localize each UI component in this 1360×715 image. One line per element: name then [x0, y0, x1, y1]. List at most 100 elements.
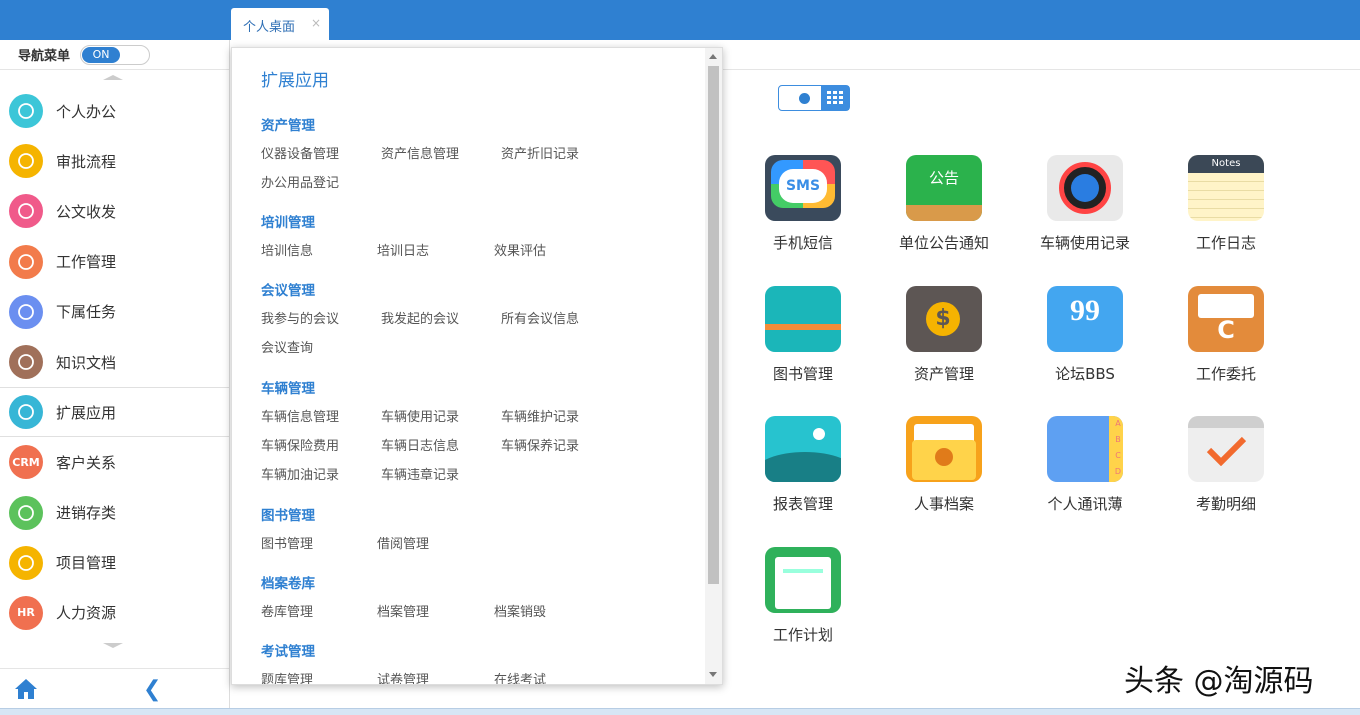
app-tile[interactable]: 车辆使用记录 — [1015, 155, 1155, 253]
popup-link[interactable]: 车辆维护记录 — [501, 406, 579, 425]
app-tile[interactable]: $ 资产管理 — [874, 285, 1014, 384]
sms-icon[interactable]: SMS — [765, 155, 841, 221]
app-tile[interactable]: 99 论坛BBS — [1015, 285, 1155, 384]
popup-link[interactable]: 车辆信息管理 — [261, 406, 339, 425]
sidebar-item-4[interactable]: 下属任务 — [0, 287, 229, 337]
popup-link[interactable]: 培训信息 — [261, 240, 313, 259]
popup-link[interactable]: 试卷管理 — [377, 669, 429, 684]
app-tile[interactable]: C 工作委托 — [1156, 285, 1296, 384]
scroll-down-arrow-icon[interactable] — [709, 672, 717, 677]
home-icon[interactable] — [14, 678, 38, 700]
chart-icon[interactable] — [765, 416, 841, 482]
toggle-on-label: ON — [82, 46, 121, 63]
clipboard-icon — [9, 545, 43, 580]
app-icon-text: 公告 — [928, 169, 959, 187]
category-heading: 车辆管理 — [261, 381, 315, 397]
sidebar-item-7[interactable]: CRM 客户关系 — [0, 437, 229, 487]
sidebar-item-label: 扩展应用 — [56, 403, 117, 422]
watermark-text: 头条 @淘源码 — [1124, 664, 1314, 699]
papers-icon — [9, 244, 43, 279]
popup-link[interactable]: 培训日志 — [377, 240, 429, 259]
popup-link[interactable]: 我参与的会议 — [261, 308, 339, 327]
sidebar-item-2[interactable]: 公文收发 — [0, 186, 229, 236]
notes-icon[interactable]: Notes — [1188, 155, 1264, 221]
app-tile[interactable]: SMS 手机短信 — [733, 155, 873, 253]
sidebar-footer: ❮ — [0, 668, 229, 708]
popup-link[interactable]: 车辆保险费用 — [261, 435, 339, 454]
scroll-thumb[interactable] — [708, 66, 719, 584]
popup-scrollbar[interactable] — [705, 48, 722, 684]
notice-icon[interactable]: 公告 — [906, 155, 982, 221]
document-icon — [9, 194, 43, 229]
menu-scroll-up[interactable] — [0, 70, 229, 86]
app-icon-text: 99 — [1070, 293, 1100, 327]
sidebar-item-10[interactable]: HR 人力资源 — [0, 588, 229, 638]
app-label: 车辆使用记录 — [1039, 234, 1130, 252]
popup-link[interactable]: 档案管理 — [377, 601, 429, 620]
popup-link[interactable]: 车辆保养记录 — [501, 435, 579, 454]
popup-link[interactable]: 办公用品登记 — [261, 172, 339, 191]
sidebar-item-label: 个人办公 — [56, 102, 117, 121]
popup-link[interactable]: 资产折旧记录 — [501, 143, 579, 162]
app-label: 图书管理 — [772, 364, 833, 383]
sidebar-menu: 个人办公审批流程公文收发工作管理下属任务 知识文档扩展应用 CRM 客户关系进销存类项… — [0, 86, 229, 638]
sidebar-item-label: 客户关系 — [56, 453, 117, 472]
gauge-icon[interactable] — [1047, 155, 1123, 221]
quote-icon[interactable]: 99 — [1047, 285, 1123, 352]
sidebar-item-5[interactable]: 知识文档 — [0, 337, 229, 387]
tab-close-icon[interactable]: × — [311, 16, 321, 30]
popup-link[interactable]: 车辆加油记录 — [261, 464, 339, 483]
sidebar-item-0[interactable]: 个人办公 — [0, 86, 229, 136]
app-tile[interactable]: 公告 单位公告通知 — [874, 155, 1014, 253]
popup-link[interactable]: 档案销毁 — [494, 601, 546, 620]
popup-link[interactable]: 所有会议信息 — [501, 308, 579, 327]
popup-link[interactable]: 在线考试 — [494, 669, 546, 684]
calendar-check-icon[interactable] — [1188, 416, 1264, 482]
menu-scroll-down[interactable] — [0, 638, 229, 654]
popup-link[interactable]: 车辆日志信息 — [381, 435, 459, 454]
apps-icon — [9, 395, 43, 430]
checklist-icon[interactable] — [765, 546, 841, 613]
app-tile[interactable]: Notes 工作日志 — [1156, 155, 1296, 253]
popup-link[interactable]: 效果评估 — [494, 240, 546, 259]
app-tile[interactable]: 工作计划 — [733, 546, 873, 645]
collapse-sidebar-icon[interactable]: ❮ — [143, 677, 161, 702]
sidebar-item-1[interactable]: 审批流程 — [0, 136, 229, 186]
sidebar-item-9[interactable]: 项目管理 — [0, 538, 229, 588]
sidebar-item-label: 进销存类 — [56, 504, 117, 523]
nav-toggle[interactable]: ON — [80, 44, 151, 65]
tab-personal-desktop[interactable]: 个人桌面 × — [231, 8, 329, 40]
popup-link[interactable]: 车辆使用记录 — [381, 406, 459, 425]
book-icon[interactable] — [765, 285, 841, 352]
sidebar-item-6[interactable]: 扩展应用 — [0, 387, 229, 438]
popup-link[interactable]: 借阅管理 — [377, 533, 429, 552]
sidebar-item-label: 审批流程 — [56, 152, 117, 171]
scroll-up-arrow-icon[interactable] — [709, 54, 717, 59]
popup-link[interactable]: 题库管理 — [261, 669, 313, 684]
popup-link[interactable]: 车辆违章记录 — [381, 464, 459, 483]
popup-link[interactable]: 会议查询 — [261, 337, 313, 356]
popup-link[interactable]: 我发起的会议 — [381, 308, 459, 327]
app-tile[interactable]: 人事档案 — [874, 416, 1014, 514]
app-label: 论坛BBS — [1055, 364, 1115, 383]
contacts-icon[interactable]: A B C D — [1047, 416, 1123, 482]
app-tile[interactable]: A B C D 个人通讯薄 — [1015, 416, 1155, 514]
app-tile[interactable]: 图书管理 — [733, 285, 873, 384]
view-mode-toggle[interactable] — [778, 85, 850, 111]
app-tile[interactable]: 报表管理 — [733, 416, 873, 514]
popup-link[interactable]: 仪器设备管理 — [261, 143, 339, 162]
grid-view-icon[interactable] — [821, 86, 849, 110]
wallet-icon[interactable]: $ — [906, 285, 982, 352]
person-icon — [9, 94, 43, 129]
popup-link[interactable]: 资产信息管理 — [381, 143, 459, 162]
popup-link[interactable]: 卷库管理 — [261, 601, 313, 620]
sidebar-item-3[interactable]: 工作管理 — [0, 237, 229, 287]
tray-icon[interactable]: C — [1188, 285, 1264, 352]
folder-person-icon[interactable] — [906, 416, 982, 482]
popup-link[interactable]: 图书管理 — [261, 533, 313, 552]
app-icon-text: A B C D — [1114, 419, 1122, 476]
sidebar-item-8[interactable]: 进销存类 — [0, 488, 229, 538]
sidebar-item-label: 工作管理 — [56, 253, 117, 272]
list-view-dot-icon[interactable] — [799, 93, 810, 104]
app-tile[interactable]: 考勤明细 — [1156, 416, 1296, 514]
